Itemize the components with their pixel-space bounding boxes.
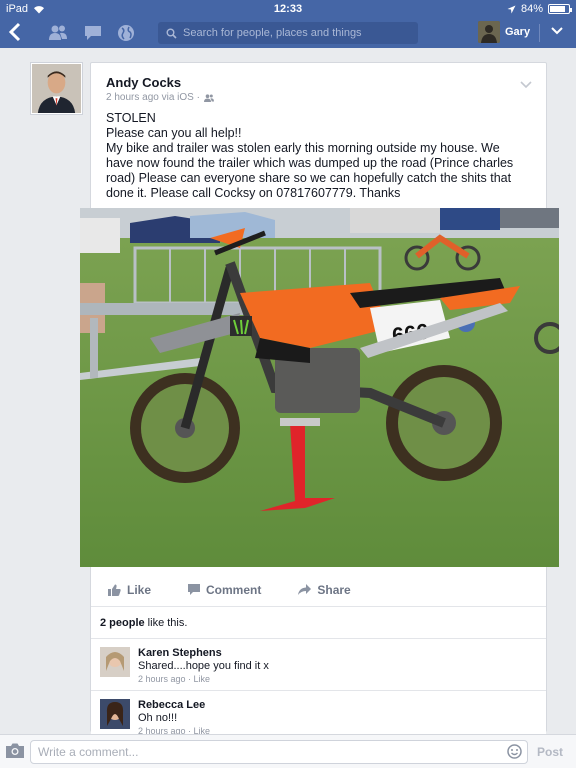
comment-text: Oh no!!! xyxy=(138,712,178,724)
battery-icon xyxy=(548,4,572,14)
likes-summary: 2 people like this. xyxy=(91,607,546,639)
search-icon xyxy=(166,28,177,39)
post-body: STOLEN Please can you all help!! My bike… xyxy=(106,111,536,201)
friend-requests-icon[interactable] xyxy=(48,24,68,42)
camera-icon[interactable] xyxy=(6,743,24,758)
commenter-avatar[interactable] xyxy=(100,647,130,677)
post-line: STOLEN xyxy=(106,111,156,125)
location-arrow-icon xyxy=(507,5,516,13)
post-line: My bike and trailer was stolen early thi… xyxy=(106,141,500,155)
chevron-down-icon[interactable] xyxy=(551,27,563,35)
post-card: Andy Cocks 2 hours ago via iOS · STOLEN … xyxy=(80,62,559,743)
post-line: Please can you all help!! xyxy=(106,126,242,140)
like-label: Like xyxy=(127,582,152,597)
post-line: road) Please can everyone share so we ca… xyxy=(106,171,512,185)
comment-input[interactable] xyxy=(30,740,528,764)
comment-button[interactable]: Comment xyxy=(188,583,261,597)
search-placeholder: Search for people, places and things xyxy=(183,27,362,39)
post-options-chevron-icon[interactable] xyxy=(520,81,532,88)
status-time: 12:33 xyxy=(273,3,303,15)
likes-suffix: like this. xyxy=(144,617,188,629)
back-chevron-icon[interactable] xyxy=(8,21,22,47)
status-bar: iPad 12:33 84% xyxy=(0,0,576,18)
post-comment-button[interactable]: Post xyxy=(537,745,563,759)
commenter-name[interactable]: Rebecca Lee xyxy=(138,699,205,711)
commenter-name[interactable]: Karen Stephens xyxy=(138,647,222,659)
notifications-globe-icon[interactable] xyxy=(116,24,136,42)
battery-percent: 84% xyxy=(520,3,543,15)
comment-composer: Post xyxy=(0,734,576,768)
post-author[interactable]: Andy Cocks xyxy=(106,75,181,90)
battery-fill xyxy=(550,6,566,12)
comment-label: Comment xyxy=(206,582,262,597)
share-label: Share xyxy=(317,582,351,597)
post-timestamp: 2 hours ago via iOS · xyxy=(106,92,200,103)
poster-avatar[interactable] xyxy=(30,62,83,115)
likes-count[interactable]: 2 people xyxy=(100,617,145,629)
like-button[interactable]: Like xyxy=(108,583,151,597)
nav-divider xyxy=(539,24,540,42)
user-name[interactable]: Gary xyxy=(505,26,530,38)
audience-friends-icon[interactable] xyxy=(203,93,214,102)
emoji-smiley-icon[interactable] xyxy=(507,744,522,759)
post-line: have now found the trailer which was dum… xyxy=(106,156,514,170)
user-avatar[interactable] xyxy=(478,21,500,43)
comment-bubble-icon xyxy=(188,584,201,595)
share-button[interactable]: Share xyxy=(298,582,351,597)
share-arrow-icon xyxy=(298,584,312,595)
post-actions: Like Comment Share xyxy=(91,573,546,607)
post-meta: 2 hours ago via iOS · xyxy=(106,92,214,103)
comment-meta: 2 hours ago · Like xyxy=(138,674,211,684)
post-photo[interactable]: 666 xyxy=(80,208,559,567)
thumbs-up-icon xyxy=(108,584,121,596)
search-bar[interactable]: Search for people, places and things xyxy=(158,22,418,44)
nav-bar: Search for people, places and things Gar… xyxy=(0,18,576,48)
commenter-avatar[interactable] xyxy=(100,699,130,729)
messages-icon[interactable] xyxy=(83,24,103,42)
comment-text: Shared....hope you find it x xyxy=(138,660,269,672)
post-line: done it. Please call Cocksy on 078176077… xyxy=(106,186,401,200)
comment-item: Karen Stephens Shared....hope you find i… xyxy=(91,639,546,691)
